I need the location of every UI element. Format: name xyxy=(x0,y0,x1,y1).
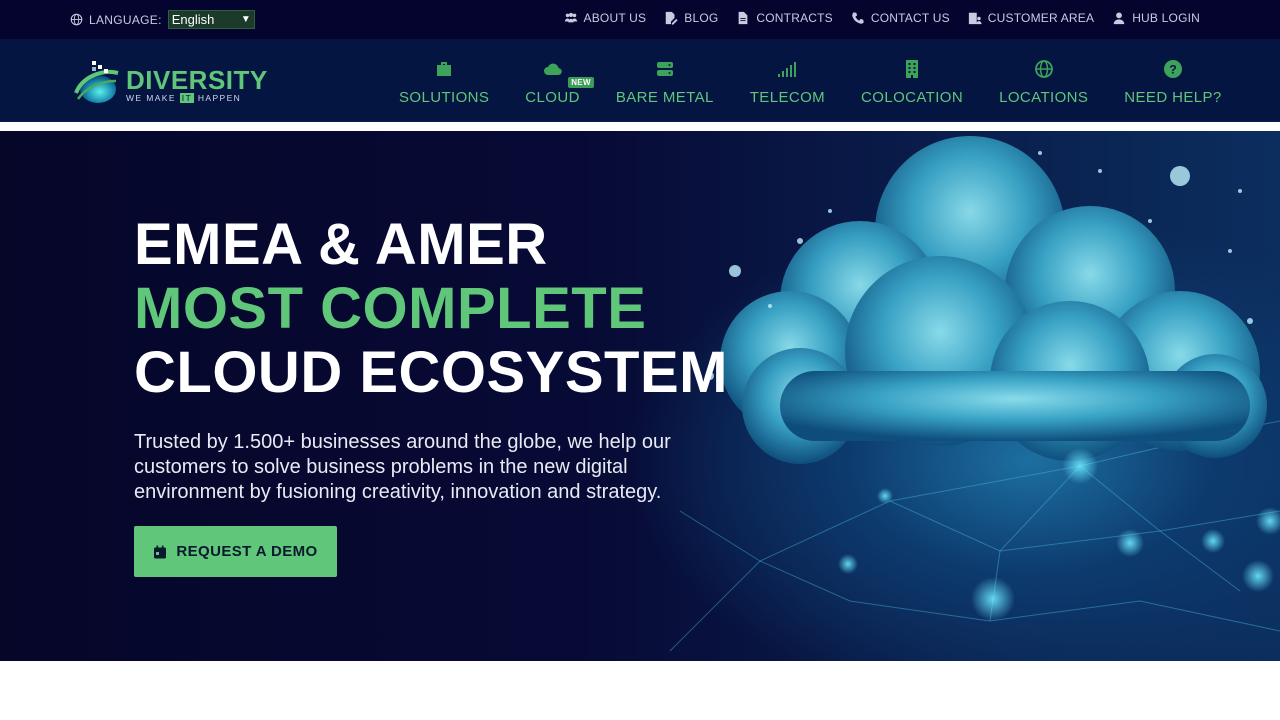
new-badge: NEW xyxy=(568,77,594,88)
phone-icon xyxy=(852,12,864,24)
primary-nav: SOLUTIONS NEW CLOUD BARE METAL TELECOM C… xyxy=(381,59,1240,106)
calendar-icon xyxy=(154,545,167,558)
contracts-label: CONTRACTS xyxy=(756,11,833,25)
blog-label: BLOG xyxy=(684,11,719,25)
users-icon xyxy=(564,12,577,23)
building-icon xyxy=(906,60,919,78)
nav-item-locations[interactable]: LOCATIONS xyxy=(981,59,1106,106)
user-icon xyxy=(1113,12,1125,25)
request-demo-button[interactable]: REQUEST A DEMO xyxy=(134,526,337,577)
nav-item-bare-metal[interactable]: BARE METAL xyxy=(598,59,732,106)
language-select[interactable]: English ▼ xyxy=(167,10,255,29)
language-selected-value: English xyxy=(171,12,215,27)
brand-logo[interactable]: DIVERSITY WE MAKE IT HAPPEN xyxy=(72,59,267,105)
nav-label-solutions: SOLUTIONS xyxy=(399,89,490,106)
logo-mark-icon xyxy=(74,61,119,103)
customer-area-label: CUSTOMER AREA xyxy=(987,11,1095,25)
top-links: ABOUT US BLOG CONTRACTS CONTACT US CUSTO… xyxy=(564,11,1200,25)
building-user-icon xyxy=(968,12,982,25)
hero-headline: EMEA & AMER MOST COMPLETE CLOUD ECOSYSTE… xyxy=(134,213,728,405)
cloud-network-illustration xyxy=(669,136,1280,652)
nav-item-telecom[interactable]: TELECOM xyxy=(732,59,843,106)
about-us-link[interactable]: ABOUT US xyxy=(564,11,647,25)
hero-headline-line2: MOST COMPLETE xyxy=(134,276,647,341)
nav-item-solutions[interactable]: SOLUTIONS xyxy=(381,59,507,106)
chevron-down-icon: ▼ xyxy=(240,14,251,25)
tagline-pre: WE MAKE xyxy=(126,93,180,103)
nav-label-cloud: CLOUD xyxy=(525,89,580,106)
tagline-it: IT xyxy=(179,93,195,103)
hero-description: Trusted by 1.500+ businesses around the … xyxy=(134,431,671,503)
top-utility-bar: LANGUAGE: English ▼ ABOUT US BLOG CONTRA… xyxy=(0,0,1280,39)
signal-icon xyxy=(778,62,797,77)
nav-label-telecom: TELECOM xyxy=(749,89,826,106)
blog-edit-icon xyxy=(666,11,678,25)
page-content-start xyxy=(0,661,1280,720)
customer-area-link[interactable]: CUSTOMER AREA xyxy=(968,11,1094,25)
request-demo-label: REQUEST A DEMO xyxy=(176,543,318,560)
brand-tagline: WE MAKE IT HAPPEN xyxy=(126,93,241,103)
hub-login-link[interactable]: HUB LOGIN xyxy=(1112,11,1200,25)
nav-label-colocation: COLOCATION xyxy=(861,89,964,106)
nav-item-cloud[interactable]: NEW CLOUD xyxy=(507,59,598,106)
hub-login-label: HUB LOGIN xyxy=(1132,11,1200,25)
document-icon xyxy=(739,11,748,25)
nav-label-bare-metal: BARE METAL xyxy=(615,89,714,106)
nav-label-locations: LOCATIONS xyxy=(999,89,1089,106)
blog-link[interactable]: BLOG xyxy=(664,11,718,25)
hero-headline-line1: EMEA & AMER xyxy=(134,212,548,277)
contact-us-link[interactable]: CONTACT US xyxy=(851,11,950,25)
brand-name: DIVERSITY xyxy=(126,65,268,95)
question-icon: ? xyxy=(1163,60,1182,78)
contracts-link[interactable]: CONTRACTS xyxy=(736,11,833,25)
briefcase-icon xyxy=(437,62,452,76)
nav-item-need-help[interactable]: ? NEED HELP? xyxy=(1106,59,1239,106)
language-label: LANGUAGE: xyxy=(89,12,162,27)
about-us-label: ABOUT US xyxy=(583,11,647,25)
language-switcher: LANGUAGE: English ▼ xyxy=(70,10,255,29)
svg-text:?: ? xyxy=(1169,63,1176,77)
cloud-icon xyxy=(543,63,562,76)
contact-us-label: CONTACT US xyxy=(870,11,950,25)
hero-headline-line3: CLOUD ECOSYSTEM xyxy=(134,340,728,405)
main-navbar: DIVERSITY WE MAKE IT HAPPEN SOLUTIONS NE… xyxy=(0,39,1280,122)
tagline-post: HAPPEN xyxy=(194,93,242,103)
nav-item-colocation[interactable]: COLOCATION xyxy=(843,59,981,106)
hero-banner: EMEA & AMER MOST COMPLETE CLOUD ECOSYSTE… xyxy=(0,131,1280,661)
globe-icon xyxy=(1034,60,1053,78)
nav-label-need-help: NEED HELP? xyxy=(1124,89,1222,106)
server-icon xyxy=(656,62,673,76)
globe-icon xyxy=(70,13,83,26)
